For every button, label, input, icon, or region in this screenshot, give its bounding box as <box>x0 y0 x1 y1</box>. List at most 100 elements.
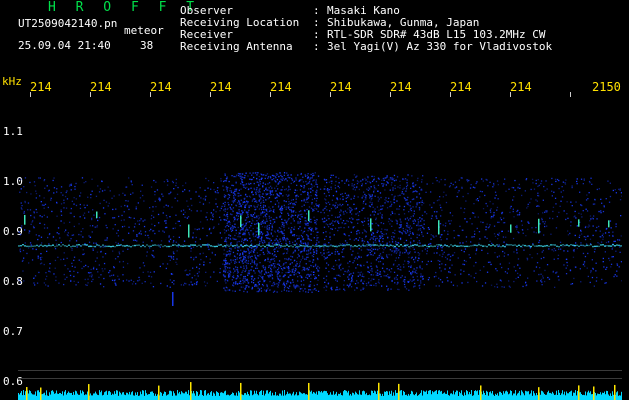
carrier-trace <box>552 244 554 246</box>
noise-speck <box>470 241 472 243</box>
noise-speck <box>77 271 79 274</box>
noise-speck <box>292 199 294 201</box>
signal-level-column <box>229 395 230 400</box>
noise-speck <box>92 248 94 250</box>
noise-speck <box>290 259 292 261</box>
noise-speck <box>301 200 303 202</box>
noise-speck <box>494 286 496 288</box>
noise-speck <box>561 196 564 198</box>
noise-speck <box>369 249 371 251</box>
noise-speck <box>230 191 233 193</box>
noise-speck <box>146 255 148 257</box>
noise-speck <box>459 242 461 244</box>
noise-speck <box>419 217 421 219</box>
noise-speck <box>519 274 521 276</box>
noise-speck <box>382 238 384 240</box>
noise-speck <box>41 204 44 206</box>
signal-level-column <box>65 390 66 400</box>
noise-speck <box>136 235 138 237</box>
noise-speck <box>414 285 416 287</box>
noise-speck <box>520 220 523 222</box>
noise-speck <box>241 227 243 229</box>
carrier-trace <box>360 245 362 248</box>
noise-speck <box>256 227 258 229</box>
signal-level-column <box>290 393 291 400</box>
noise-speck <box>258 200 260 202</box>
noise-speck <box>271 242 273 244</box>
noise-speck <box>203 281 206 283</box>
noise-speck <box>188 284 190 286</box>
noise-speck <box>487 185 489 187</box>
signal-level-column <box>126 392 127 400</box>
noise-speck <box>546 225 548 227</box>
carrier-trace <box>328 245 330 247</box>
noise-speck <box>366 284 368 287</box>
noise-speck <box>364 230 366 232</box>
noise-speck <box>287 203 290 205</box>
noise-speck <box>258 179 261 181</box>
noise-speck <box>103 262 106 265</box>
noise-speck <box>414 271 416 274</box>
noise-speck <box>514 179 516 182</box>
noise-speck <box>311 255 313 257</box>
noise-speck <box>396 176 399 178</box>
noise-speck <box>263 279 265 281</box>
carrier-trace <box>232 245 234 247</box>
signal-level-column <box>285 395 286 400</box>
noise-speck <box>582 183 584 185</box>
noise-speck <box>436 199 439 202</box>
noise-speck <box>135 283 137 285</box>
noise-speck <box>516 214 519 216</box>
noise-speck <box>294 250 296 253</box>
noise-speck <box>235 266 237 268</box>
noise-speck <box>24 177 27 179</box>
noise-speck <box>245 269 247 271</box>
noise-speck <box>268 197 271 199</box>
noise-speck <box>413 258 415 261</box>
noise-speck <box>346 220 348 222</box>
signal-level-column <box>208 393 209 400</box>
noise-speck <box>241 181 243 183</box>
noise-speck <box>21 208 23 210</box>
noise-speck <box>436 180 438 182</box>
carrier-trace <box>282 245 284 247</box>
noise-speck <box>263 239 265 242</box>
observer-colon: : <box>313 4 320 17</box>
noise-speck <box>378 256 380 259</box>
noise-speck <box>412 270 414 272</box>
noise-speck <box>342 267 344 270</box>
carrier-trace <box>380 244 382 246</box>
signal-level-column <box>121 394 122 400</box>
noise-speck <box>287 266 290 268</box>
noise-speck <box>396 223 398 225</box>
noise-speck <box>79 216 81 218</box>
noise-speck <box>138 276 140 279</box>
noise-speck <box>390 219 392 221</box>
signal-level-column <box>73 391 74 400</box>
noise-speck <box>264 226 266 228</box>
noise-speck <box>267 252 269 255</box>
noise-speck <box>176 258 178 260</box>
noise-speck <box>391 250 393 252</box>
noise-speck <box>168 193 170 195</box>
noise-speck <box>435 215 437 217</box>
noise-speck <box>300 259 302 261</box>
noise-speck <box>264 215 267 218</box>
noise-speck <box>535 266 538 268</box>
noise-speck <box>194 228 196 230</box>
noise-speck <box>403 266 405 268</box>
noise-speck <box>415 269 417 271</box>
noise-speck <box>122 280 124 282</box>
noise-speck <box>416 196 418 198</box>
noise-speck <box>592 268 594 270</box>
noise-speck <box>21 205 23 207</box>
noise-speck <box>234 260 236 263</box>
antenna-label: Receiving Antenna <box>180 40 293 53</box>
noise-speck <box>371 247 373 249</box>
noise-speck <box>608 235 611 237</box>
noise-speck <box>499 263 501 265</box>
noise-speck <box>297 266 300 268</box>
noise-speck <box>244 184 246 186</box>
noise-speck <box>220 207 222 210</box>
noise-speck <box>316 250 318 252</box>
